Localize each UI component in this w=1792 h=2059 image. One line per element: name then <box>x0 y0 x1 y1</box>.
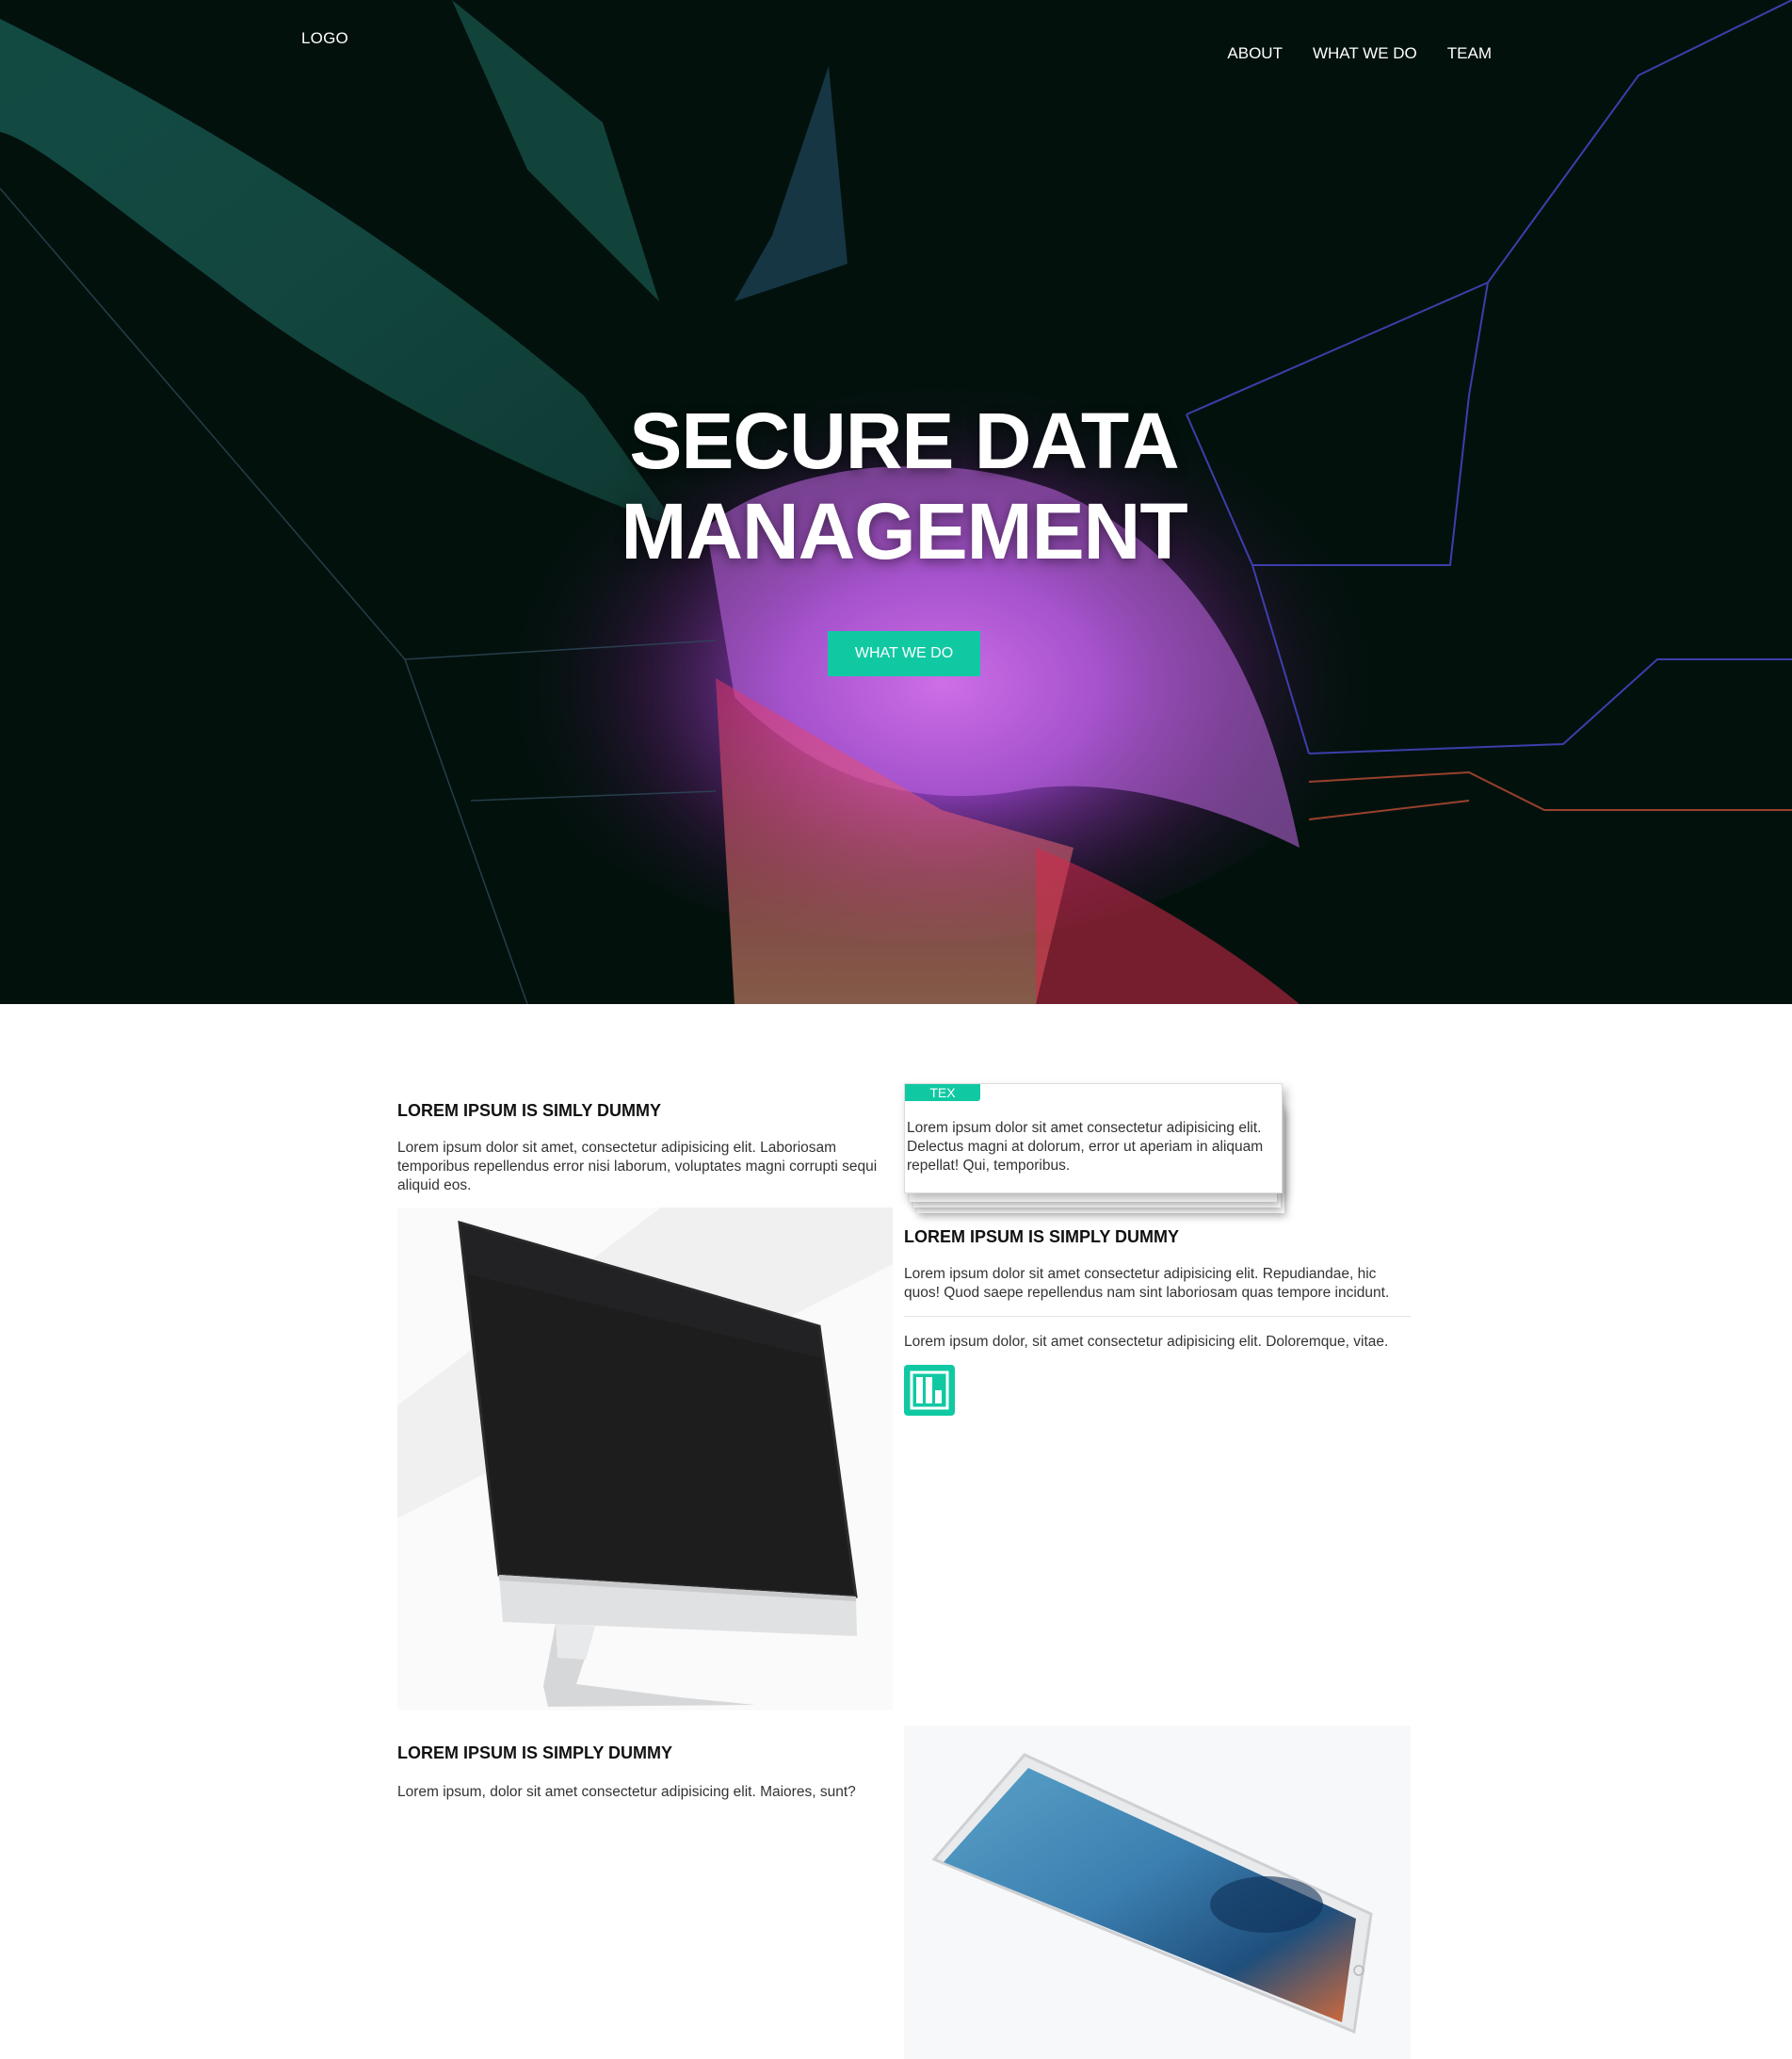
card-stack: TEX Lorem ipsum dolor sit amet consectet… <box>904 1083 1284 1219</box>
section3-heading: LOREM IPSUM IS SIMPLY DUMMY <box>397 1743 673 1762</box>
ipad-image <box>904 1726 1411 2059</box>
bar-chart-icon-graphic <box>910 1370 949 1410</box>
section2-body-secondary: Lorem ipsum dolor, sit amet consectetur … <box>904 1334 1389 1350</box>
nav-link-about[interactable]: ABOUT <box>1227 44 1283 63</box>
info-card: TEX Lorem ipsum dolor sit amet consectet… <box>904 1083 1283 1193</box>
hero-title: SECURE DATA MANAGEMENT <box>0 396 1792 576</box>
divider <box>904 1316 1411 1317</box>
bar-chart-icon <box>904 1365 955 1416</box>
imac-illustration <box>397 1208 893 1707</box>
nav-link-team[interactable]: TEAM <box>1447 44 1492 63</box>
section1-body: Lorem ipsum dolor sit amet, consectetur … <box>397 1140 878 1193</box>
section2-body: Lorem ipsum dolor sit amet consectetur a… <box>904 1266 1390 1301</box>
hero-section: LOGO ABOUT WHAT WE DO TEAM SECURE DATA M… <box>0 0 1792 1004</box>
card-body: Lorem ipsum dolor sit amet consectetur a… <box>907 1120 1264 1174</box>
section2-heading: LOREM IPSUM IS SIMPLY DUMMY <box>904 1227 1180 1246</box>
nav-link-what-we-do[interactable]: WHAT WE DO <box>1313 44 1417 63</box>
section3-body: Lorem ipsum, dolor sit amet consectetur … <box>397 1784 856 1800</box>
imac-image <box>397 1208 893 1710</box>
hero-title-line-1: SECURE DATA <box>629 397 1179 485</box>
hero-title-line-2: MANAGEMENT <box>621 487 1187 576</box>
card-tag: TEX <box>905 1084 980 1101</box>
what-we-do-button[interactable]: WHAT WE DO <box>828 631 980 676</box>
ipad-illustration <box>931 1753 1373 2035</box>
logo[interactable]: LOGO <box>301 29 348 48</box>
main-nav: ABOUT WHAT WE DO TEAM <box>1227 44 1492 63</box>
section1-heading: LOREM IPSUM IS SIMLY DUMMY <box>397 1101 662 1120</box>
